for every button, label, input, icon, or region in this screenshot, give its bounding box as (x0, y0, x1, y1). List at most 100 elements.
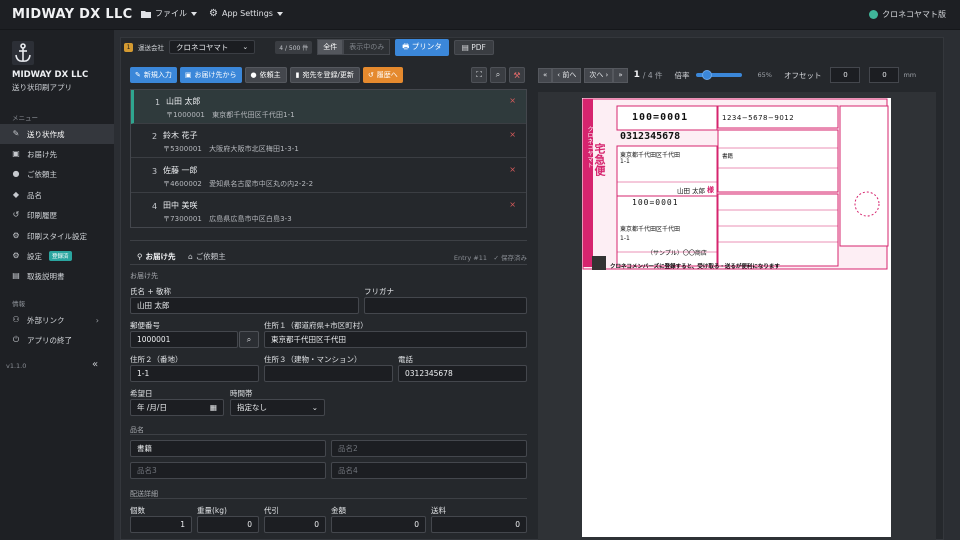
item2-input[interactable]: 品名2 (331, 440, 527, 457)
amount-input[interactable]: 0 (331, 516, 426, 533)
tab-recipient[interactable]: ⚲ お届け先 (137, 251, 176, 262)
print-button-label: プリンタ (411, 41, 442, 51)
pdf-button[interactable]: ▤ PDF (453, 39, 494, 55)
sidebar-item-external-links[interactable]: ⚇ 外部リンク › (0, 310, 114, 330)
folder-icon (141, 10, 151, 18)
brand-title: MIDWAY DX LLC (12, 7, 133, 22)
sidebar-item-print-style[interactable]: ⚙ 印刷スタイル設定 (0, 226, 114, 246)
settings-menu[interactable]: ⚙ App Settings (209, 8, 283, 19)
sidebar-item-settings[interactable]: ⚙ 設定 登録済 (0, 246, 114, 266)
last-page-button[interactable]: » (613, 67, 628, 83)
addr3-label: 住所３（建物・マンション） (264, 355, 362, 364)
history-label: 履歴へ (376, 71, 398, 79)
list-item[interactable]: 1 山田 太郎 〒1000001 東京都千代田区千代田1-1 × (131, 90, 526, 124)
delete-icon[interactable]: × (509, 165, 516, 174)
qty-input[interactable]: 1 (130, 516, 192, 533)
offset-label: オフセット (783, 70, 822, 80)
phone-input[interactable]: 0312345678 (398, 365, 527, 382)
requester-button[interactable]: ● 依頼主 (244, 67, 287, 83)
history-button[interactable]: ↺ 履歴へ (362, 67, 403, 83)
cod-input[interactable]: 0 (264, 516, 326, 533)
item4-input[interactable]: 品名4 (331, 462, 527, 479)
sidebar-item-quit[interactable]: ⏻ アプリの終了 (0, 330, 114, 350)
label-from-name: （サンプル）〇〇商店 (647, 250, 707, 257)
entry-number: Entry #11 (453, 254, 487, 262)
addr2-input[interactable]: 1-1 (130, 365, 259, 382)
pin-icon: ⚲ (137, 252, 143, 261)
date-input[interactable]: 年 /月/日 ▦ (130, 399, 224, 416)
prev-page-button[interactable]: ‹ 前へ (552, 67, 582, 83)
name-input[interactable]: 山田 太郎 (130, 297, 359, 314)
postal-input[interactable]: 1000001 (130, 331, 238, 348)
date-value: 年 /月/日 (137, 403, 167, 412)
offset-unit: mm (903, 71, 917, 79)
next-page-button[interactable]: 次へ › (584, 67, 614, 83)
check-icon: ✓ (493, 254, 499, 262)
zoom-value: 65% (757, 71, 772, 79)
home-icon: ⌂ (188, 252, 193, 261)
sidebar-section-menu: メニュー (12, 114, 38, 122)
list-item[interactable]: 4 田中 美咲 〒7300001 広島県広島市中区白島3-3 × (131, 194, 526, 228)
delete-icon[interactable]: × (509, 200, 516, 209)
sidebar-item-manual[interactable]: ▤ 取扱説明書 (0, 266, 114, 286)
sidebar-item-recipients[interactable]: ▣ お届け先 (0, 144, 114, 164)
cod-label: 代引 (264, 506, 279, 515)
print-button[interactable]: 🖶 プリンタ (395, 38, 449, 56)
first-page-button[interactable]: « (538, 67, 553, 83)
tag-icon: ◆ (12, 190, 20, 199)
list-item-index: 3 (152, 167, 158, 176)
postal-search-button[interactable]: ⌕ (239, 331, 259, 348)
collapse-sidebar-button[interactable]: « (92, 359, 98, 370)
search-button[interactable]: ⌕ (490, 67, 506, 83)
sidebar-item-create[interactable]: ✎ 送り状作成 (0, 124, 114, 144)
preview-toolbar: « ‹ 前へ 次へ › » 1 / 4 件 倍率 65% オフセット 0 0 m… (538, 67, 916, 83)
item1-input[interactable]: 書籍 (130, 440, 326, 457)
zoom-slider[interactable] (695, 70, 742, 80)
offset-x-input[interactable]: 0 (830, 67, 861, 83)
from-address-button[interactable]: ▣ お届け先から (179, 67, 242, 83)
list-item-index: 4 (152, 202, 158, 211)
file-menu[interactable]: ファイル (141, 8, 197, 19)
sidebar-item-items[interactable]: ◆ 品名 (0, 185, 114, 205)
delete-icon[interactable]: × (509, 96, 516, 105)
weight-input[interactable]: 0 (197, 516, 259, 533)
list-item[interactable]: 3 佐藤 一郎 〒4600002 愛知県名古屋市中区丸の内2-2-2 × (131, 159, 526, 193)
delete-icon[interactable]: × (509, 130, 516, 139)
chevron-down-icon: ⌄ (242, 43, 249, 51)
tab-requester[interactable]: ⌂ ご依頼主 (188, 251, 226, 262)
offset-y-input[interactable]: 0 (869, 67, 900, 83)
fee-input[interactable]: 0 (431, 516, 527, 533)
scope-all-button[interactable]: 全件 (317, 39, 344, 55)
item3-input[interactable]: 品名3 (130, 462, 326, 479)
zoom-label: 倍率 (674, 70, 690, 80)
page-total: / 4 件 (642, 70, 663, 80)
user-icon: ● (250, 71, 257, 79)
from-address-label: お届け先から (194, 71, 237, 79)
sidebar-item-label: 設定 (27, 251, 42, 261)
save-address-button[interactable]: ▮ 宛先を登録/更新 (289, 67, 360, 83)
sidebar-item-label: アプリの終了 (27, 335, 72, 345)
new-insert-button[interactable]: ✎ 新規入力 (130, 67, 177, 83)
list-item-index: 2 (152, 132, 158, 141)
clear-button[interactable]: ⚒ (509, 67, 525, 83)
sidebar-item-requesters[interactable]: ● ご依頼主 (0, 164, 114, 184)
sidebar-item-history[interactable]: ↺ 印刷履歴 (0, 205, 114, 225)
carrier-select[interactable]: クロネコヤマト ⌄ (169, 40, 256, 54)
time-select[interactable]: 指定なし ⌄ (230, 399, 325, 416)
calendar-icon: ▦ (209, 403, 217, 412)
search-icon: ⌕ (495, 70, 501, 79)
list-item[interactable]: 2 鈴木 花子 〒5300001 大阪府大阪市北区梅田1-3-1 × (131, 124, 526, 158)
time-label: 時間帯 (230, 389, 253, 398)
scope-current-button[interactable]: 表示中のみ (343, 39, 391, 55)
chevron-right-icon: › (95, 315, 99, 325)
addr3-input[interactable] (264, 365, 393, 382)
furigana-input[interactable] (364, 297, 527, 314)
new-insert-label: 新規入力 (143, 71, 172, 79)
chevron-down-icon (276, 11, 283, 16)
registered-badge: 登録済 (49, 251, 72, 261)
zoom-slider-knob[interactable] (701, 70, 712, 80)
save-address-label: 宛先を登録/更新 (302, 71, 354, 79)
addr1-input[interactable]: 東京都千代田区千代田 (264, 331, 527, 348)
date-label: 希望日 (130, 389, 153, 398)
expand-button[interactable]: ⛶ (471, 67, 487, 83)
